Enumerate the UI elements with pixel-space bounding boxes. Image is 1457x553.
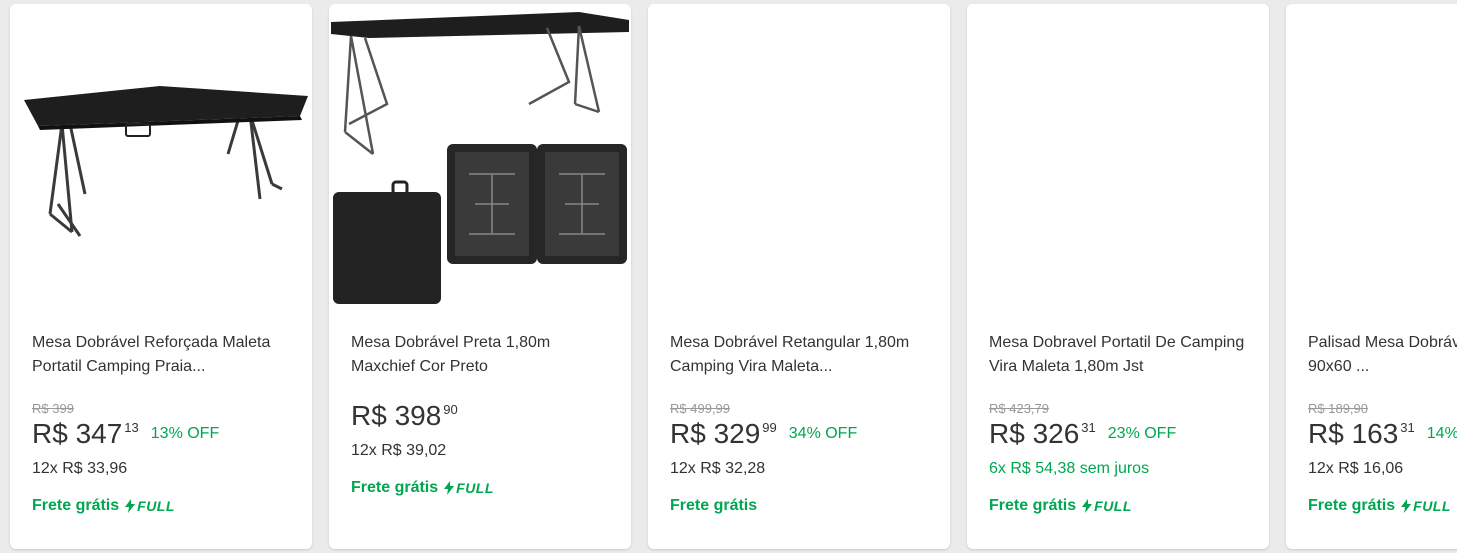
installments: 12x R$ 33,96 <box>32 460 128 477</box>
price-amount: R$ 398 <box>351 400 442 431</box>
product-title[interactable]: Mesa Dobrável Preta 1,80m Maxchief Cor P… <box>351 331 615 379</box>
shipping-info: Frete grátis FULL <box>989 497 1253 515</box>
price-amount: R$ 347 <box>32 418 123 449</box>
discount-label: 14% OFF <box>1426 425 1457 442</box>
product-title[interactable]: Mesa Dobrável Reforçada Maleta Portatil … <box>32 331 296 379</box>
original-price: R$ 399 <box>32 401 74 416</box>
shipping-info: Frete grátis FULL <box>1308 497 1457 515</box>
product-title[interactable]: Mesa Dobrável Retangular 1,80m Camping V… <box>670 331 934 379</box>
full-badge: FULL <box>1082 498 1132 514</box>
price-amount: R$ 163 <box>1308 418 1399 449</box>
product-image[interactable] <box>10 4 312 309</box>
price-cents: 13 <box>124 420 139 435</box>
full-badge: FULL <box>444 480 494 496</box>
lightning-icon <box>1401 499 1412 513</box>
original-price: R$ 423,79 <box>989 401 1049 416</box>
shipping-info: Frete grátis FULL <box>351 479 615 497</box>
discount-label: 13% OFF <box>150 425 220 442</box>
price-cents: 90 <box>443 402 458 417</box>
product-card[interactable]: Palisad Mesa Dobrável Alumínio 90x60 ...… <box>1286 4 1457 549</box>
shipping-info: Frete grátis FULL <box>32 497 296 515</box>
free-shipping-label: Frete grátis <box>670 497 758 514</box>
discount-label: 23% OFF <box>1107 425 1177 442</box>
folding-table-icon <box>24 86 308 237</box>
product-title[interactable]: Mesa Dobravel Portatil De Camping Vira M… <box>989 331 1253 379</box>
price-amount: R$ 329 <box>670 418 761 449</box>
full-label: FULL <box>1413 498 1451 514</box>
free-shipping-label: Frete grátis <box>32 497 120 514</box>
price-cents: 99 <box>762 420 777 435</box>
installments: 12x R$ 16,06 <box>1308 460 1404 477</box>
full-label: FULL <box>137 498 175 514</box>
product-image[interactable] <box>1286 4 1457 309</box>
full-badge: FULL <box>125 498 175 514</box>
lightning-icon <box>125 499 136 513</box>
original-price: R$ 499,99 <box>670 401 730 416</box>
shipping-info: Frete grátis <box>670 497 934 515</box>
installments: 12x R$ 32,28 <box>670 460 766 477</box>
free-shipping-label: Frete grátis <box>1308 497 1396 514</box>
installments: 6x R$ 54,38 sem juros <box>989 460 1150 477</box>
product-image[interactable] <box>329 4 631 309</box>
full-label: FULL <box>456 480 494 496</box>
product-title[interactable]: Palisad Mesa Dobrável Alumínio 90x60 ... <box>1308 331 1457 379</box>
discount-label: 34% OFF <box>788 425 858 442</box>
price-amount: R$ 326 <box>989 418 1080 449</box>
product-card[interactable]: Mesa Dobrável Reforçada Maleta Portatil … <box>10 4 312 549</box>
price: R$ 347 13 13% OFF <box>32 417 296 451</box>
product-image[interactable] <box>648 4 950 309</box>
product-carousel: Mesa Dobrável Reforçada Maleta Portatil … <box>0 0 1457 553</box>
full-badge: FULL <box>1401 498 1451 514</box>
free-shipping-label: Frete grátis <box>351 479 439 496</box>
product-card[interactable]: Mesa Dobravel Portatil De Camping Vira M… <box>967 4 1269 549</box>
product-card[interactable]: Mesa Dobrável Preta 1,80m Maxchief Cor P… <box>329 4 631 549</box>
product-card[interactable]: Mesa Dobrável Retangular 1,80m Camping V… <box>648 4 950 549</box>
free-shipping-label: Frete grátis <box>989 497 1077 514</box>
price-cents: 31 <box>1400 420 1415 435</box>
price: R$ 326 31 23% OFF <box>989 417 1253 451</box>
folding-table-case-icon <box>331 12 629 304</box>
installments: 12x R$ 39,02 <box>351 442 447 459</box>
price-cents: 31 <box>1081 420 1096 435</box>
price: R$ 329 99 34% OFF <box>670 417 934 451</box>
price: R$ 163 31 14% OFF <box>1308 417 1457 451</box>
original-price: R$ 189,90 <box>1308 401 1368 416</box>
lightning-icon <box>444 481 455 495</box>
product-image[interactable] <box>967 4 1269 309</box>
full-label: FULL <box>1094 498 1132 514</box>
lightning-icon <box>1082 499 1093 513</box>
price: R$ 398 90 <box>351 399 615 433</box>
